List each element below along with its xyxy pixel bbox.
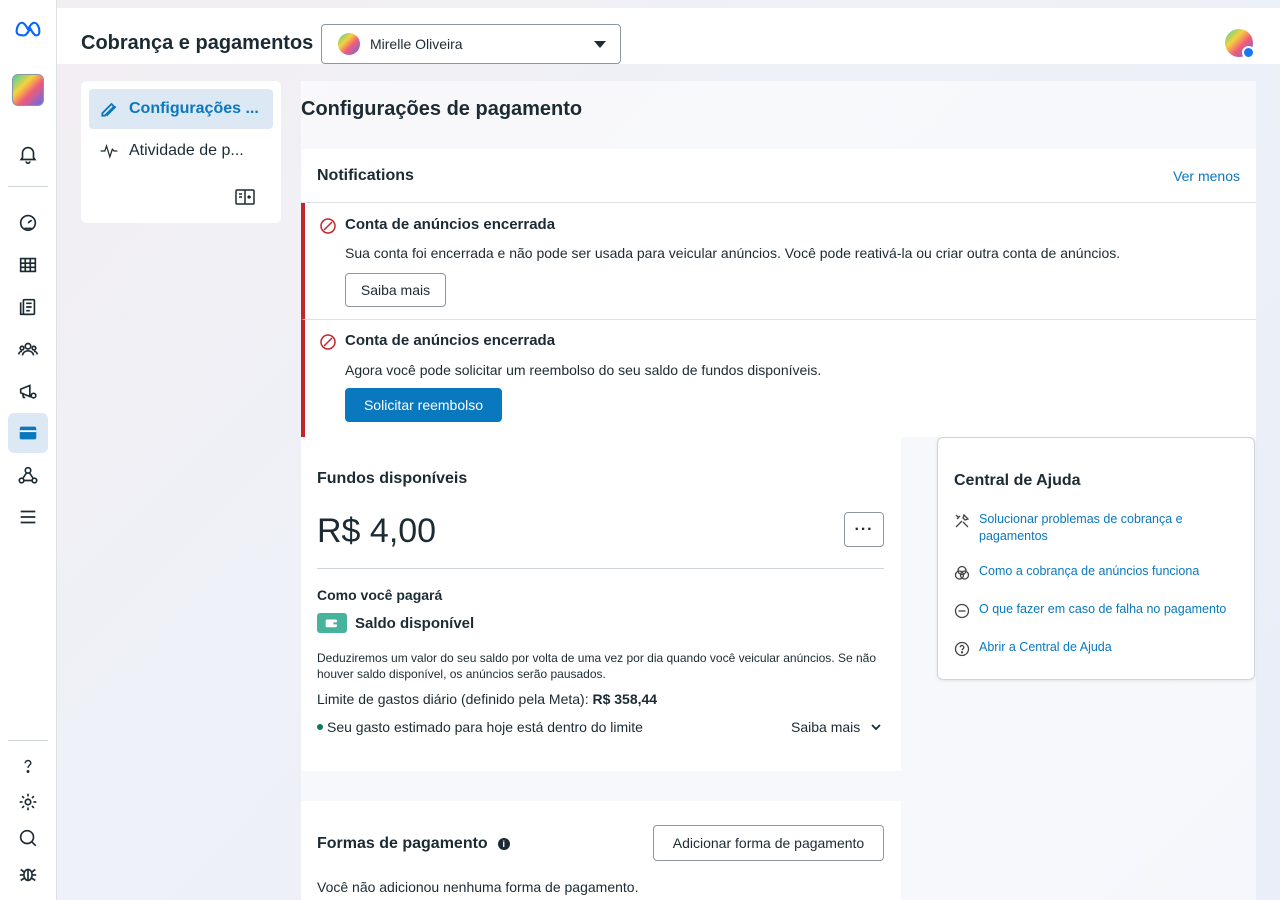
search-icon[interactable] [8, 818, 48, 858]
chevron-down-icon [871, 724, 881, 731]
left-rail [0, 0, 57, 900]
spend-estimate-text: Seu gasto estimado para hoje está dentro… [327, 719, 643, 735]
top-header: Cobrança e pagamentos Mirelle Oliveira [57, 8, 1280, 64]
balance-description: Deduziremos um valor do seu saldo por vo… [317, 651, 876, 681]
funds-amount: R$ 4,00 [317, 512, 437, 550]
alert-title: Conta de anúncios encerrada [345, 216, 556, 233]
page-title: Configurações de pagamento [301, 98, 583, 120]
table-icon[interactable] [8, 245, 48, 285]
profile-avatar[interactable] [1224, 28, 1255, 59]
alert-title: Conta de anúncios encerrada [345, 332, 556, 349]
funds-title: Fundos disponíveis [317, 470, 468, 487]
help-link-open-help-center[interactable]: Abrir a Central de Ajuda [954, 639, 1244, 657]
notifications-title: Notifications [317, 167, 414, 184]
activity-icon [100, 143, 118, 159]
rail-divider [8, 740, 48, 741]
account-selector[interactable]: Mirelle Oliveira [321, 24, 621, 64]
blocked-icon [320, 334, 336, 350]
balance-label: Saldo disponível [355, 615, 475, 632]
alert-description: Sua conta foi encerrada e não pode ser u… [345, 245, 1121, 261]
blocked-icon [320, 218, 336, 234]
add-payment-method-button[interactable]: Adicionar forma de pagamento [653, 825, 884, 861]
help-link-label: Abrir a Central de Ajuda [979, 640, 1112, 654]
chevron-down-icon [594, 40, 606, 48]
coins-icon [954, 565, 970, 580]
help-link-how-billing-works[interactable]: Como a cobrança de anúncios funciona [954, 563, 1244, 581]
help-center-title: Central de Ajuda [954, 472, 1081, 489]
wallet-icon [317, 613, 347, 633]
payment-methods-empty: Você não adicionou nenhuma forma de paga… [317, 879, 639, 895]
tools-icon [955, 513, 970, 528]
help-question-icon[interactable] [8, 746, 48, 786]
pages-icon[interactable] [8, 287, 48, 327]
request-refund-button[interactable]: Solicitar reembolso [345, 388, 502, 422]
alert-refund: Conta de anúncios encerrada Agora você p… [301, 320, 1256, 437]
menu-icon[interactable] [8, 497, 48, 537]
help-link-label: Solucionar problemas de cobrança e pagam… [979, 512, 1183, 543]
minus-circle-icon [954, 603, 970, 619]
help-link-troubleshoot[interactable]: Solucionar problemas de cobrança e pagam… [954, 511, 1244, 545]
daily-limit-label: Limite de gastos diário (definido pela M… [317, 691, 593, 707]
payment-method-heading: Como você pagará [317, 587, 443, 603]
meta-logo-icon[interactable] [8, 8, 48, 48]
daily-limit: Limite de gastos diário (definido pela M… [317, 691, 657, 707]
nav-item-payment-settings[interactable]: Configurações ... [89, 89, 273, 129]
help-center-card: Central de Ajuda Solucionar problemas de… [937, 437, 1255, 680]
bug-report-icon[interactable] [8, 854, 48, 894]
billing-card-icon[interactable] [8, 413, 48, 453]
help-link-payment-failure[interactable]: O que fazer em caso de falha no pagament… [954, 601, 1244, 619]
bell-icon[interactable] [8, 134, 48, 174]
account-name: Mirelle Oliveira [370, 36, 463, 52]
audience-icon[interactable] [8, 329, 48, 369]
page-header-title: Cobrança e pagamentos [81, 32, 314, 54]
nav-item-payment-activity[interactable]: Atividade de p... [89, 131, 273, 171]
account-avatar[interactable] [12, 74, 44, 106]
learn-more-toggle[interactable]: Saiba mais [791, 719, 882, 735]
learn-more-label: Saiba mais [791, 719, 861, 735]
help-link-label: O que fazer em caso de falha no pagament… [979, 602, 1227, 616]
billing-side-nav: Configurações ... Atividade de p... [81, 81, 281, 223]
status-dot [317, 724, 323, 730]
question-circle-icon [954, 641, 970, 657]
payment-methods-heading: Formas de pagamento i [317, 835, 510, 853]
alert-description: Agora você pode solicitar um reembolso d… [345, 362, 822, 378]
payment-methods-card: Formas de pagamento i Adicionar forma de… [301, 801, 901, 900]
notifications-card: Notifications Ver menos Conta de anúncio… [301, 149, 1256, 437]
pencil-icon [101, 102, 117, 117]
rail-divider [8, 186, 48, 187]
spend-estimate: Seu gasto estimado para hoje está dentro… [317, 719, 643, 735]
alert-account-closed: Conta de anúncios encerrada Sua conta fo… [301, 203, 1256, 320]
notifications-header: Notifications Ver menos [301, 149, 1256, 203]
available-funds-card: Fundos disponíveis R$ 4,00 ··· Como você… [301, 437, 901, 771]
toggle-notifications-link[interactable]: Ver menos [1173, 168, 1240, 184]
nav-item-label: Configurações ... [129, 100, 259, 117]
campaign-settings-icon[interactable] [8, 371, 48, 411]
help-link-label: Como a cobrança de anúncios funciona [979, 564, 1200, 578]
payment-methods-title: Formas de pagamento [317, 835, 488, 852]
account-avatar [338, 33, 360, 55]
business-network-icon[interactable] [8, 455, 48, 495]
info-icon[interactable]: i [497, 838, 510, 850]
more-options-button[interactable]: ··· [844, 512, 884, 547]
divider [317, 568, 884, 569]
learn-more-button[interactable]: Saiba mais [345, 273, 446, 307]
collapse-panel-icon[interactable] [235, 189, 255, 205]
daily-limit-value: R$ 358,44 [592, 691, 658, 707]
facebook-badge-icon [1242, 46, 1255, 59]
nav-item-label: Atividade de p... [129, 142, 244, 159]
dashboard-icon[interactable] [8, 202, 48, 242]
gear-icon[interactable] [8, 782, 48, 822]
